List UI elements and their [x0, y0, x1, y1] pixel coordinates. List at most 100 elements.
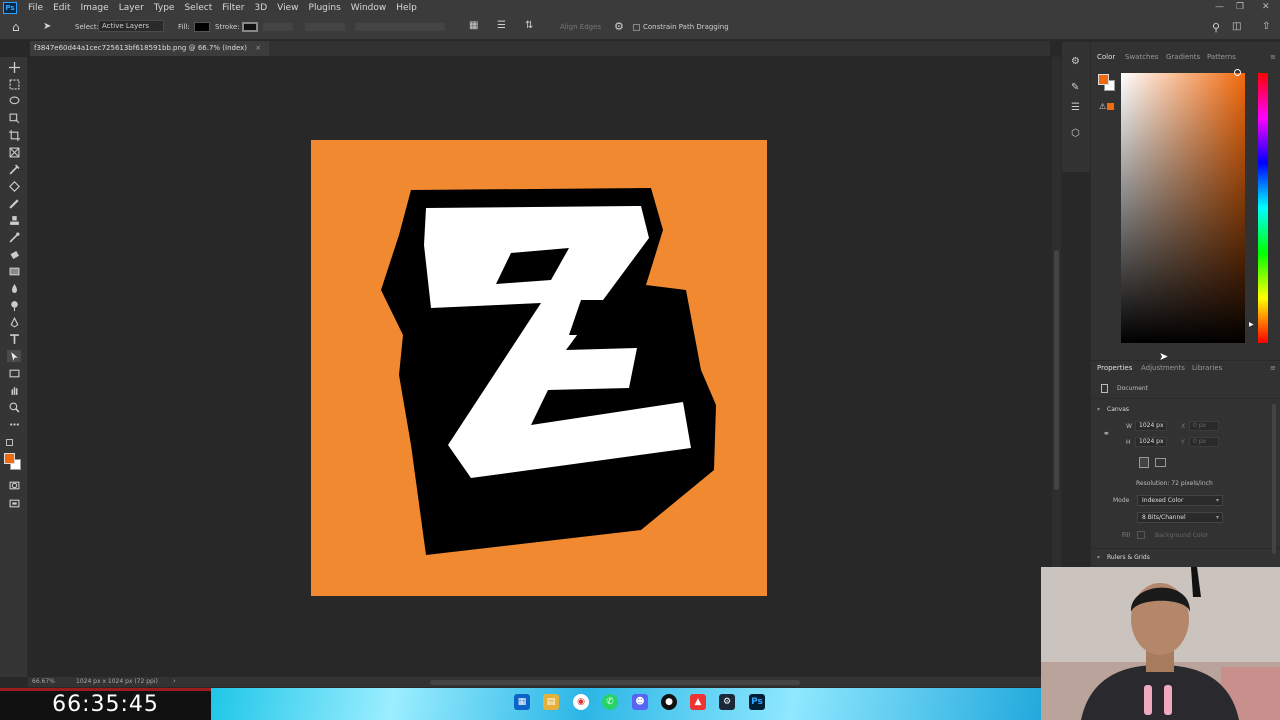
properties-scrollbar[interactable]: [1272, 404, 1276, 554]
height-field[interactable]: 1024 px: [1135, 437, 1167, 447]
menu-view[interactable]: View: [272, 3, 303, 13]
path-selection-tool-icon[interactable]: [7, 350, 21, 362]
stroke-type-dropdown[interactable]: [305, 23, 345, 31]
tab-libraries[interactable]: Libraries: [1192, 364, 1222, 372]
windows-start-icon[interactable]: ▦: [514, 694, 530, 710]
path-arrangement-icon[interactable]: ⇅: [525, 20, 533, 31]
more-tools-icon[interactable]: [7, 418, 21, 430]
link-dimensions-icon[interactable]: ⚭: [1103, 429, 1110, 438]
stroke-swatch[interactable]: [242, 22, 258, 32]
lasso-tool-icon[interactable]: [7, 95, 21, 107]
3d-icon[interactable]: ⬡: [1071, 128, 1080, 139]
tab-color[interactable]: Color: [1097, 53, 1115, 61]
eyedropper-tool-icon[interactable]: [7, 163, 21, 175]
x-field[interactable]: 0 px: [1189, 421, 1219, 431]
menu-window[interactable]: Window: [346, 3, 392, 13]
tab-gradients[interactable]: Gradients: [1166, 53, 1200, 61]
menu-3d[interactable]: 3D: [250, 3, 273, 13]
home-icon[interactable]: ⌂: [12, 20, 20, 34]
path-select-tool-icon[interactable]: ➤: [43, 21, 51, 32]
status-menu-icon[interactable]: ›: [173, 677, 176, 685]
frame-tool-icon[interactable]: [7, 146, 21, 158]
tab-adjustments[interactable]: Adjustments: [1141, 364, 1185, 372]
y-field[interactable]: 0 px: [1189, 437, 1219, 447]
canvas-chevron-icon[interactable]: ▾: [1097, 406, 1100, 413]
clone-stamp-tool-icon[interactable]: [7, 214, 21, 226]
default-colors-icon[interactable]: [6, 439, 13, 446]
align-edges-label[interactable]: Align Edges: [560, 23, 601, 31]
zoom-level[interactable]: 66.67%: [32, 678, 55, 685]
rectangle-tool-icon[interactable]: [7, 367, 21, 379]
menu-help[interactable]: Help: [391, 3, 422, 13]
color-foreground-swatch[interactable]: [1098, 74, 1109, 85]
menu-layer[interactable]: Layer: [114, 3, 149, 13]
path-operations-icon[interactable]: ▦: [469, 20, 478, 31]
menu-select[interactable]: Select: [179, 3, 217, 13]
bits-dropdown[interactable]: 8 Bits/Channel ▾: [1137, 512, 1223, 523]
steam-icon[interactable]: ⚙: [719, 694, 735, 710]
foreground-color-swatch[interactable]: [4, 453, 15, 464]
properties-menu-icon[interactable]: ≡: [1270, 364, 1276, 372]
fill-dropdown[interactable]: Background Color: [1155, 532, 1208, 539]
photoshop-taskbar-icon[interactable]: Ps: [749, 694, 765, 710]
file-explorer-icon[interactable]: ▤: [543, 694, 559, 710]
tab-patterns[interactable]: Patterns: [1207, 53, 1236, 61]
move-tool-icon[interactable]: [7, 61, 21, 73]
horizontal-scroll-thumb[interactable]: [430, 680, 800, 685]
type-tool-icon[interactable]: [7, 333, 21, 345]
history-brush-tool-icon[interactable]: [7, 231, 21, 243]
restore-icon[interactable]: ❐: [1236, 2, 1244, 12]
whatsapp-icon[interactable]: ✆: [602, 694, 618, 710]
obs-icon[interactable]: ●: [661, 694, 677, 710]
close-tab-icon[interactable]: ×: [255, 44, 261, 52]
panel-menu-icon[interactable]: ≡: [1270, 53, 1276, 61]
gamut-color-swatch[interactable]: [1107, 103, 1114, 110]
gear-icon[interactable]: ⚙: [614, 20, 624, 33]
menu-image[interactable]: Image: [76, 3, 114, 13]
search-icon[interactable]: ⚲: [1212, 21, 1220, 34]
workspace-icon[interactable]: ◫: [1232, 21, 1241, 32]
quick-mask-icon[interactable]: [7, 479, 21, 491]
portrait-orientation-icon[interactable]: [1139, 457, 1149, 468]
history-panel-icon[interactable]: ⚙: [1071, 56, 1080, 67]
fill-color-swatch[interactable]: [1137, 531, 1145, 539]
adjustments-icon[interactable]: ☰: [1071, 102, 1080, 113]
document-info[interactable]: 1024 px x 1024 px (72 ppi): [76, 678, 158, 685]
rulers-chevron-icon[interactable]: ▾: [1097, 554, 1100, 561]
document-canvas[interactable]: [311, 140, 767, 596]
document-tab[interactable]: f3847e60d44a1cec725613bf618591bb.png @ 6…: [30, 41, 270, 56]
hue-slider-handle[interactable]: ▶: [1249, 321, 1254, 328]
discord-icon[interactable]: ☻: [632, 694, 648, 710]
tab-swatches[interactable]: Swatches: [1125, 53, 1158, 61]
landscape-orientation-icon[interactable]: [1155, 458, 1166, 467]
brave-icon[interactable]: ▲: [690, 694, 706, 710]
stroke-width-field[interactable]: [263, 23, 293, 31]
hue-slider[interactable]: [1258, 73, 1268, 343]
menu-filter[interactable]: Filter: [217, 3, 249, 13]
canvas-section-header[interactable]: Canvas: [1107, 406, 1129, 413]
tab-properties[interactable]: Properties: [1097, 364, 1132, 372]
brush-settings-icon[interactable]: ✎: [1071, 82, 1079, 93]
color-picker-field[interactable]: [1121, 73, 1245, 343]
menu-type[interactable]: Type: [149, 3, 180, 13]
menu-file[interactable]: File: [23, 3, 48, 13]
select-dropdown[interactable]: Active Layers: [98, 20, 164, 32]
menu-edit[interactable]: Edit: [48, 3, 75, 13]
path-alignment-icon[interactable]: ☰: [497, 20, 506, 31]
color-picker-cursor[interactable]: [1234, 69, 1241, 76]
mode-dropdown[interactable]: Indexed Color ▾: [1137, 495, 1223, 506]
chrome-icon[interactable]: ◉: [573, 694, 589, 710]
pen-tool-icon[interactable]: [7, 316, 21, 328]
gamut-warning-icon[interactable]: ⚠: [1099, 102, 1106, 111]
marquee-tool-icon[interactable]: [7, 78, 21, 90]
gradient-tool-icon[interactable]: [7, 265, 21, 277]
width-field[interactable]: 1024 px: [1135, 421, 1167, 431]
hand-tool-icon[interactable]: [7, 384, 21, 396]
vertical-scroll-thumb[interactable]: [1054, 250, 1059, 490]
minimize-icon[interactable]: —: [1215, 2, 1224, 12]
eraser-tool-icon[interactable]: [7, 248, 21, 260]
share-icon[interactable]: ⇧: [1262, 21, 1270, 32]
brush-tool-icon[interactable]: [7, 197, 21, 209]
crop-tool-icon[interactable]: [7, 129, 21, 141]
blur-tool-icon[interactable]: [7, 282, 21, 294]
